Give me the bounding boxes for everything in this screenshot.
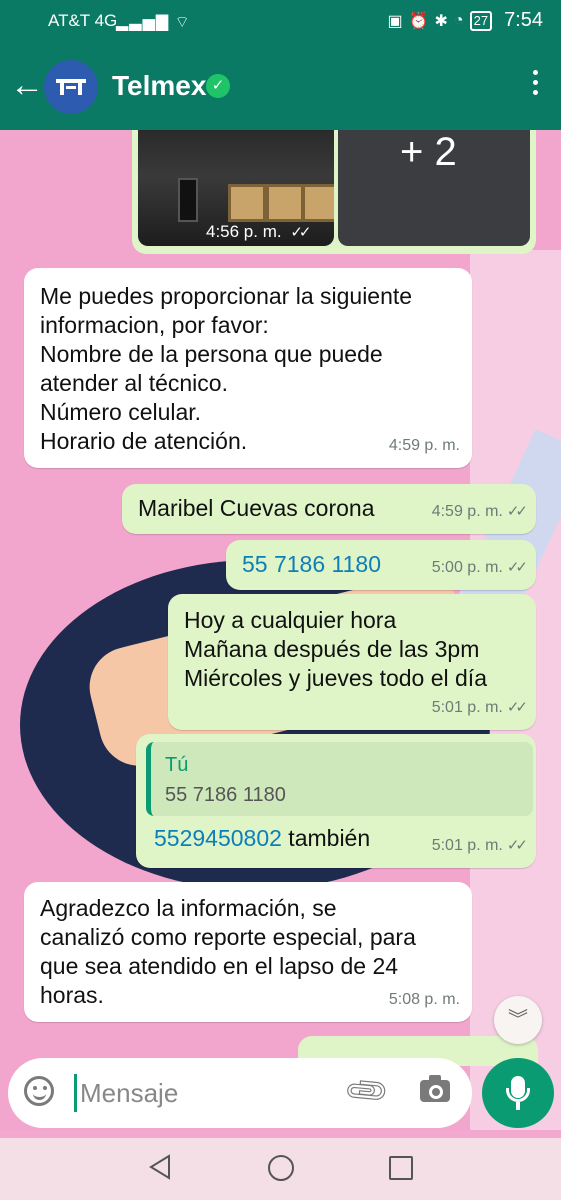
outgoing-message[interactable]: Hoy a cualquier hora Mañana después de l… xyxy=(168,594,536,730)
nfc-icon: ▣ xyxy=(387,12,403,30)
nav-home-icon[interactable] xyxy=(268,1155,294,1181)
paperclip-icon[interactable]: 📎︎ xyxy=(341,1066,393,1117)
message-text: Hoy a cualquier hora Mañana después de l… xyxy=(184,607,487,691)
message-time: 5:01 p. m. ✓✓ xyxy=(431,693,528,722)
read-ticks-icon: ✓✓ xyxy=(506,837,528,854)
outgoing-message[interactable]: 55 7186 1180 5:00 p. m. ✓✓ xyxy=(226,540,536,590)
image-timestamp: 4:56 p. m. ✓✓ xyxy=(206,222,312,242)
message-input[interactable]: Mensaje xyxy=(80,1078,178,1109)
read-ticks-icon: ✓✓ xyxy=(506,559,528,576)
outgoing-message[interactable]: Maribel Cuevas corona 4:59 p. m. ✓✓ xyxy=(122,484,536,534)
nav-recents-icon[interactable] xyxy=(389,1156,413,1180)
chat-header: ← Telmex ✓ xyxy=(0,42,561,130)
bluetooth-icon: ✱ xyxy=(434,12,448,30)
status-icons: ▣ ⏰ ✱ ◔ 27 7:54 xyxy=(387,9,543,32)
message-text: Agradezco la información, se canalizó co… xyxy=(40,895,416,1008)
usb-port xyxy=(178,178,198,222)
emoji-icon[interactable] xyxy=(24,1076,54,1106)
message-time-text: 5:00 p. m. xyxy=(431,559,503,576)
quote-author: Tú xyxy=(165,754,189,776)
avatar[interactable] xyxy=(44,60,98,114)
mic-stand-shape xyxy=(506,1088,530,1102)
system-nav-bar xyxy=(0,1138,561,1200)
message-text-suffix: también xyxy=(281,825,371,851)
incoming-message[interactable]: Me puedes proporcionar la siguiente info… xyxy=(24,268,472,468)
speed-icon: ◔ xyxy=(453,11,464,29)
message-time: 5:00 p. m. ✓✓ xyxy=(431,553,528,582)
port-shape xyxy=(302,184,334,222)
back-arrow-icon[interactable]: ← xyxy=(10,68,44,102)
quote-text: 55 7186 1180 xyxy=(165,784,286,806)
nav-back-icon[interactable] xyxy=(148,1154,172,1180)
mic-base-shape xyxy=(516,1102,520,1110)
message-text: Me puedes proporcionar la siguiente info… xyxy=(40,283,413,454)
verified-icon: ✓ xyxy=(206,74,230,98)
text-caret xyxy=(74,1074,77,1112)
message-composer[interactable]: Mensaje 📎︎ xyxy=(8,1058,472,1128)
telmex-logo-icon xyxy=(56,79,86,95)
image-time-text: 4:56 p. m. xyxy=(206,222,282,241)
port-shape xyxy=(228,184,266,222)
scroll-down-button[interactable]: ︾ xyxy=(494,996,542,1044)
more-vert-icon[interactable] xyxy=(533,70,541,100)
camera-icon[interactable] xyxy=(420,1075,450,1102)
message-time-text: 5:01 p. m. xyxy=(431,699,503,716)
status-bar: AT&T 4G ▂▃▅▇ ⌔ ▣ ⏰ ✱ ◔ 27 7:54 xyxy=(0,0,561,42)
battery-icon: 27 xyxy=(469,10,493,31)
phone-link[interactable]: 55 7186 1180 xyxy=(242,550,381,579)
chevron-down-icon: ︾ xyxy=(508,1009,528,1031)
message-time: 4:59 p. m. xyxy=(388,437,460,454)
message-text: 5529450802 también xyxy=(154,824,370,853)
message-time: 5:01 p. m. ✓✓ xyxy=(431,831,528,860)
read-ticks-icon: ✓✓ xyxy=(506,699,528,716)
clock: 7:54 xyxy=(504,9,543,31)
more-photos-count: + 2 xyxy=(400,130,457,174)
message-text: Maribel Cuevas corona xyxy=(138,495,375,521)
phone-link[interactable]: 5529450802 xyxy=(154,825,282,851)
incoming-message[interactable]: Agradezco la información, se canalizó co… xyxy=(24,882,472,1022)
signal-icon: ▂▃▅▇ ⌔ xyxy=(116,14,191,31)
message-time: 4:59 p. m. ✓✓ xyxy=(431,497,528,526)
read-ticks-icon: ✓✓ xyxy=(290,224,311,241)
port-shape xyxy=(266,184,304,222)
message-time: 5:08 p. m. xyxy=(388,991,460,1008)
quoted-message[interactable]: Tú 55 7186 1180 xyxy=(146,742,533,816)
contact-name[interactable]: Telmex xyxy=(112,70,206,102)
carrier-label: AT&T 4G xyxy=(48,11,118,30)
microphone-button[interactable] xyxy=(482,1058,554,1128)
alarm-icon: ⏰ xyxy=(408,12,429,30)
read-ticks-icon: ✓✓ xyxy=(506,503,528,520)
message-time-text: 4:59 p. m. xyxy=(431,503,503,520)
message-time-text: 5:01 p. m. xyxy=(431,837,503,854)
